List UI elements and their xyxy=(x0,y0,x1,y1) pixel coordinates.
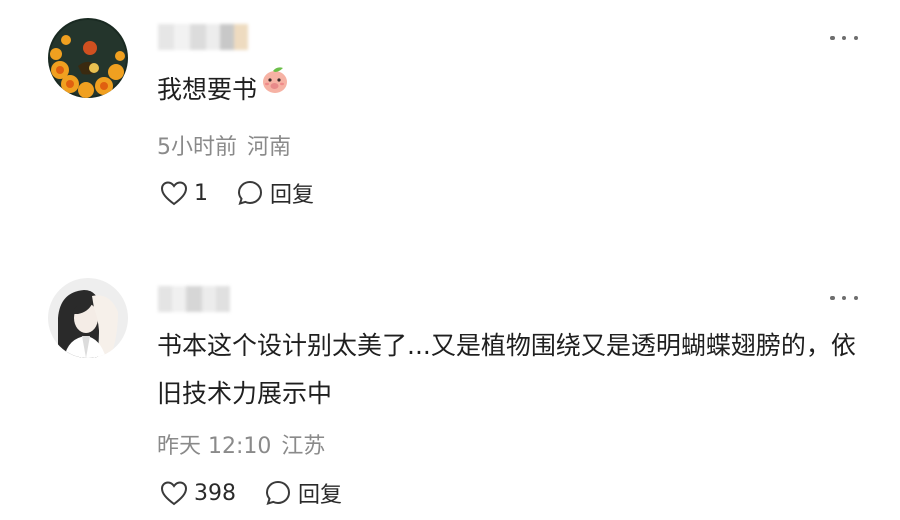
more-options-icon[interactable] xyxy=(830,34,858,42)
comment-text: 我想要书 xyxy=(157,66,860,114)
like-count: 398 xyxy=(194,480,236,506)
user-avatar[interactable] xyxy=(48,278,128,358)
peach-emoji-icon xyxy=(259,64,291,112)
comment-item: 我想要书 5小时前 河南 1 回复 xyxy=(0,0,900,250)
heart-icon xyxy=(160,181,188,206)
user-avatar[interactable] xyxy=(48,18,128,98)
like-button[interactable]: 398 xyxy=(160,480,236,506)
comment-actions: 398 回复 xyxy=(160,477,370,509)
comment-meta: 5小时前 河南 xyxy=(157,129,291,161)
comment-text: 书本这个设计别太美了...又是植物围绕又是透明蝴蝶翅膀的，依旧技术力展示中 xyxy=(157,331,856,408)
comment-time: 5小时前 xyxy=(157,135,237,160)
more-options-icon[interactable] xyxy=(830,294,858,302)
like-count: 1 xyxy=(194,180,208,206)
comment-item: 书本这个设计别太美了...又是植物围绕又是透明蝴蝶翅膀的，依旧技术力展示中 昨天… xyxy=(0,262,900,520)
username-blurred[interactable] xyxy=(158,22,248,52)
heart-icon xyxy=(160,481,188,506)
reply-label: 回复 xyxy=(298,483,343,508)
like-button[interactable]: 1 xyxy=(160,180,208,206)
comment-location: 河南 xyxy=(247,135,292,160)
comment-meta: 昨天 12:10 江苏 xyxy=(157,428,325,460)
comment-bubble-icon xyxy=(237,180,263,206)
reply-label: 回复 xyxy=(270,183,315,208)
reply-button[interactable]: 回复 xyxy=(264,477,342,509)
reply-button[interactable]: 回复 xyxy=(236,177,314,209)
comment-time: 昨天 12:10 xyxy=(157,434,272,459)
comment-actions: 1 回复 xyxy=(160,177,342,209)
comment-bubble-icon xyxy=(265,480,291,506)
comment-location: 江苏 xyxy=(281,434,326,459)
username-blurred[interactable] xyxy=(158,284,240,314)
